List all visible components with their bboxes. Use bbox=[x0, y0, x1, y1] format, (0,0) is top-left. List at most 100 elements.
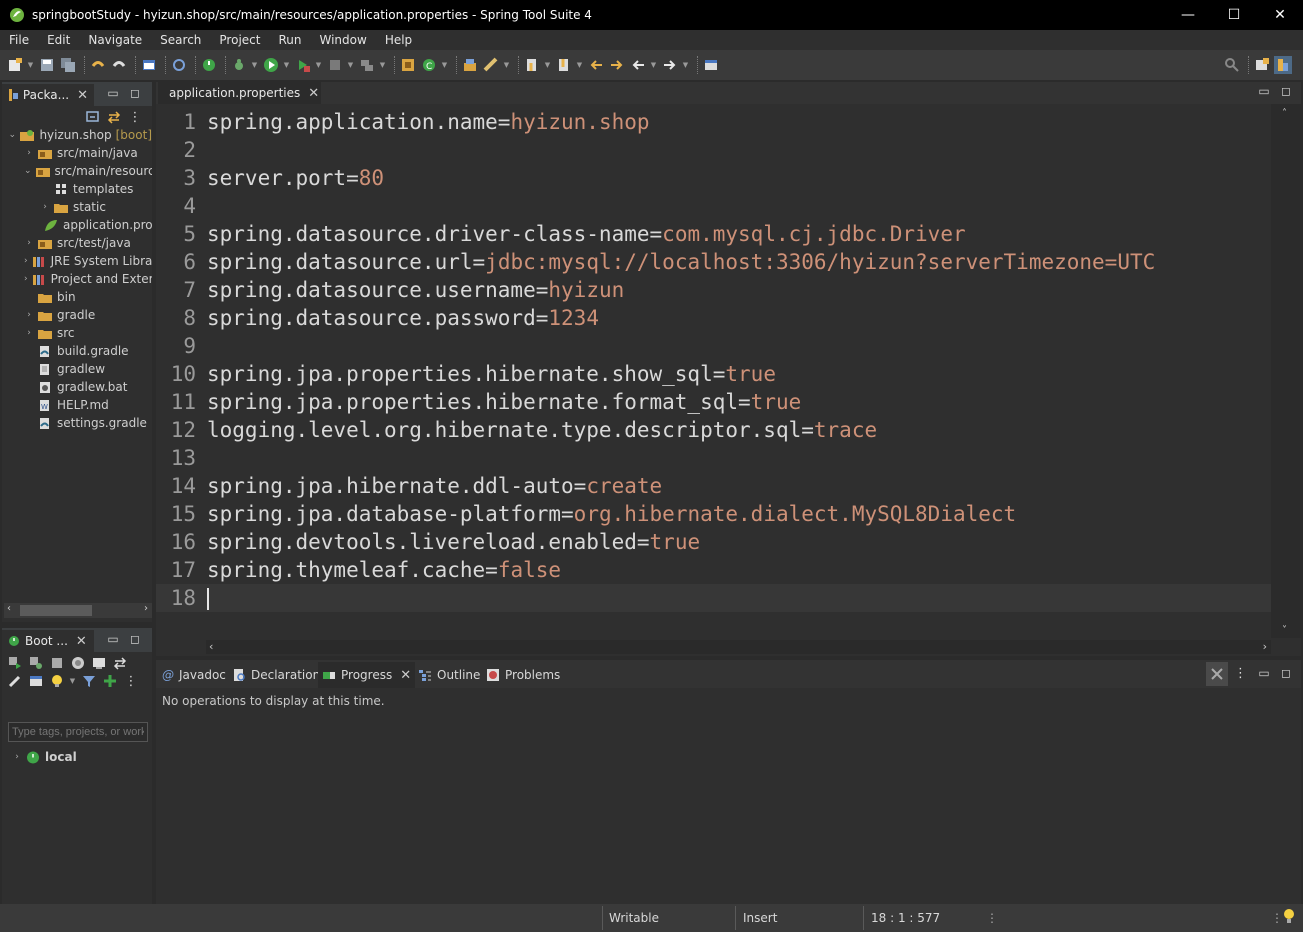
tree-row[interactable]: gradlew bbox=[2, 360, 152, 378]
code-line[interactable]: 6 spring.datasource.url=jdbc:mysql://loca… bbox=[156, 248, 1271, 276]
back-dropdown-icon[interactable]: ▼ bbox=[650, 56, 657, 74]
tree-row[interactable]: › src/test/java bbox=[2, 234, 152, 252]
tree-row[interactable]: › src bbox=[2, 324, 152, 342]
new-java-class-dropdown-icon[interactable]: ▼ bbox=[441, 56, 448, 74]
chevron-right-icon[interactable]: › bbox=[24, 256, 28, 266]
tab-outline[interactable]: Outline bbox=[418, 664, 480, 686]
lightbulb-icon[interactable] bbox=[48, 672, 66, 690]
minimize-icon[interactable]: ▭ bbox=[1253, 666, 1275, 680]
forward-icon[interactable] bbox=[661, 56, 679, 74]
edit-icon[interactable] bbox=[6, 672, 24, 690]
menu-help[interactable]: Help bbox=[376, 30, 421, 50]
boot-filter-input[interactable] bbox=[8, 722, 148, 742]
scroll-right-icon[interactable]: › bbox=[144, 603, 148, 614]
next-annotation-icon[interactable] bbox=[523, 56, 541, 74]
new-icon[interactable] bbox=[6, 56, 24, 74]
status-menu-icon[interactable]: ⋮ bbox=[1271, 909, 1283, 927]
code-line[interactable]: 18 bbox=[156, 584, 1271, 612]
stop-icon[interactable] bbox=[326, 56, 344, 74]
open-task-icon[interactable] bbox=[482, 56, 500, 74]
save-icon[interactable] bbox=[38, 56, 56, 74]
code-line[interactable]: 10 spring.jpa.properties.hibernate.show_s… bbox=[156, 360, 1271, 388]
filter-icon[interactable] bbox=[80, 672, 98, 690]
chevron-right-icon[interactable]: › bbox=[24, 310, 34, 320]
horizontal-scrollbar[interactable]: ‹ › bbox=[4, 603, 152, 618]
menu-window[interactable]: Window bbox=[310, 30, 375, 50]
previous-annotation-dropdown-icon[interactable]: ▼ bbox=[576, 56, 583, 74]
tree-row[interactable]: settings.gradle bbox=[2, 414, 152, 432]
close-icon[interactable]: ✕ bbox=[308, 86, 319, 101]
tab-problems[interactable]: Problems bbox=[486, 664, 560, 686]
chevron-down-icon[interactable]: ⌄ bbox=[8, 130, 16, 140]
scroll-down-icon[interactable]: ˅ bbox=[1282, 625, 1287, 636]
code-line[interactable]: 7 spring.datasource.username=hyizun bbox=[156, 276, 1271, 304]
pin-editor-icon[interactable] bbox=[702, 56, 720, 74]
maximize-button[interactable]: ☐ bbox=[1211, 0, 1257, 30]
terminal-icon[interactable] bbox=[140, 56, 158, 74]
maximize-icon[interactable]: ◻ bbox=[1275, 666, 1297, 680]
previous-annotation-icon[interactable] bbox=[555, 56, 573, 74]
chevron-right-icon[interactable]: › bbox=[24, 148, 34, 158]
tree-row[interactable]: › src/main/java bbox=[2, 144, 152, 162]
collapse-all-icon[interactable] bbox=[84, 108, 102, 126]
tab-javadoc[interactable]: @ Javadoc bbox=[162, 664, 226, 686]
code-line[interactable]: 4 bbox=[156, 192, 1271, 220]
tree-row[interactable]: templates bbox=[2, 180, 152, 198]
menu-project[interactable]: Project bbox=[210, 30, 269, 50]
code-line[interactable]: 16 spring.devtools.livereload.enabled=tru… bbox=[156, 528, 1271, 556]
scroll-left-icon[interactable]: ‹ bbox=[7, 603, 11, 614]
scroll-right-icon[interactable]: › bbox=[1263, 640, 1267, 653]
tree-row[interactable]: › gradle bbox=[2, 306, 152, 324]
new-java-package-icon[interactable] bbox=[399, 56, 417, 74]
external-tools-dropdown-icon[interactable]: ▼ bbox=[315, 56, 322, 74]
forward-edit-icon[interactable] bbox=[608, 56, 626, 74]
code-line[interactable]: 17 spring.thymeleaf.cache=false bbox=[156, 556, 1271, 584]
code-editor[interactable]: 1 spring.application.name=hyizun.shop 2 3 se… bbox=[156, 104, 1271, 638]
tree-row[interactable]: application.properties bbox=[2, 216, 152, 234]
tree-row[interactable]: › Project and External Dependencies bbox=[2, 270, 152, 288]
refresh-icon[interactable] bbox=[111, 654, 129, 672]
status-menu-icon[interactable]: ⋮ bbox=[986, 909, 998, 927]
save-all-icon[interactable] bbox=[59, 56, 77, 74]
new-dropdown-icon[interactable]: ▼ bbox=[27, 56, 34, 74]
tab-package-explorer[interactable]: Packa... ✕ bbox=[2, 84, 94, 106]
chevron-right-icon[interactable]: › bbox=[24, 328, 34, 338]
tree-row-project[interactable]: ⌄ hyizun.shop [boot] bbox=[2, 126, 152, 144]
menu-edit[interactable]: Edit bbox=[38, 30, 79, 50]
undo-icon[interactable] bbox=[89, 56, 107, 74]
tree-row[interactable]: W HELP.md bbox=[2, 396, 152, 414]
coverage-dropdown-icon[interactable]: ▼ bbox=[379, 56, 386, 74]
menu-file[interactable]: File bbox=[0, 30, 38, 50]
code-line[interactable]: 8 spring.datasource.password=1234 bbox=[156, 304, 1271, 332]
horizontal-scrollbar[interactable]: ‹ › bbox=[206, 640, 1271, 654]
chevron-right-icon[interactable]: › bbox=[24, 238, 34, 248]
forward-dropdown-icon[interactable]: ▼ bbox=[682, 56, 689, 74]
view-menu-icon[interactable]: ⋮ bbox=[126, 108, 144, 126]
insert-mode-status[interactable]: Insert bbox=[743, 909, 777, 927]
close-icon[interactable]: ✕ bbox=[76, 634, 87, 649]
external-tools-icon[interactable] bbox=[294, 56, 312, 74]
chevron-down-icon[interactable]: ⌄ bbox=[24, 166, 32, 176]
close-window-button[interactable]: ✕ bbox=[1257, 0, 1303, 30]
code-line[interactable]: 11 spring.jpa.properties.hibernate.format… bbox=[156, 388, 1271, 416]
search-icon[interactable] bbox=[1223, 56, 1241, 74]
start-icon[interactable] bbox=[6, 654, 24, 672]
open-perspective-icon[interactable] bbox=[1253, 56, 1271, 74]
code-line[interactable]: 1 spring.application.name=hyizun.shop bbox=[156, 108, 1271, 136]
minimize-icon[interactable]: ▭ bbox=[102, 86, 124, 100]
chevron-right-icon[interactable]: › bbox=[24, 274, 28, 284]
coverage-icon[interactable] bbox=[358, 56, 376, 74]
code-line[interactable]: 2 bbox=[156, 136, 1271, 164]
remove-all-finished-icon[interactable] bbox=[1206, 662, 1228, 686]
code-line[interactable]: 13 bbox=[156, 444, 1271, 472]
tab-progress[interactable]: Progress ✕ bbox=[318, 662, 416, 688]
scrollbar-thumb[interactable] bbox=[20, 605, 92, 616]
stop-icon[interactable] bbox=[48, 654, 66, 672]
java-perspective-icon[interactable] bbox=[1274, 56, 1292, 74]
close-icon[interactable]: ✕ bbox=[77, 88, 88, 103]
close-icon[interactable]: ✕ bbox=[400, 668, 411, 683]
code-line[interactable]: 3 server.port=80 bbox=[156, 164, 1271, 192]
back-icon[interactable] bbox=[629, 56, 647, 74]
debug-icon[interactable] bbox=[230, 56, 248, 74]
minimize-icon[interactable]: ▭ bbox=[102, 632, 124, 646]
